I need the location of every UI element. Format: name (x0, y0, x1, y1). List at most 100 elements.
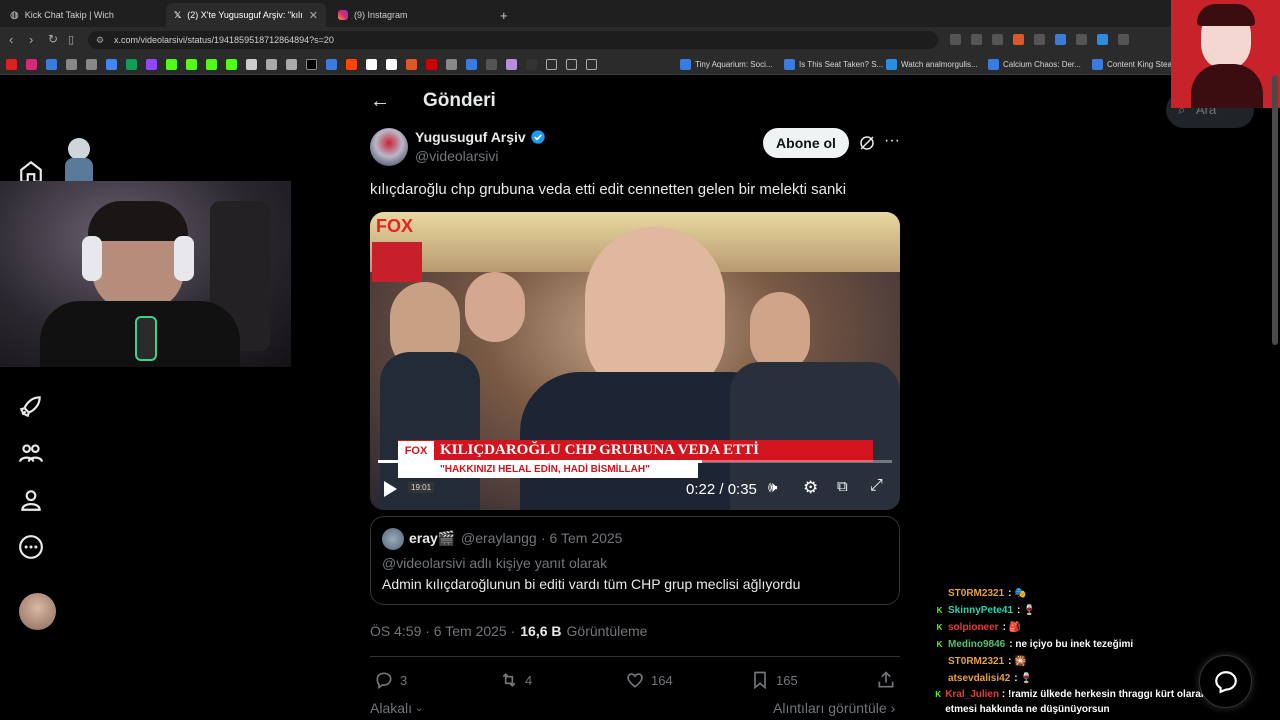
bookmark-icon[interactable] (466, 58, 477, 70)
share-button[interactable] (876, 670, 896, 690)
chat-message: K SkinnyPete41 : 🍷 (935, 602, 1265, 619)
subscribe-button[interactable]: Abone ol (763, 128, 849, 158)
twitch-icon[interactable] (146, 58, 157, 70)
author-avatar[interactable] (370, 128, 408, 166)
bookmark-icon[interactable] (506, 58, 517, 70)
bookmark-icon[interactable] (86, 58, 97, 70)
steam-icon (784, 58, 795, 70)
reddit-icon[interactable] (346, 58, 357, 70)
bookmark-item[interactable]: Is This Seat Taken? S... (784, 57, 883, 71)
post-timestamp[interactable]: ÖS 4:59 · 6 Tem 2025 · (370, 623, 515, 639)
volume-icon[interactable]: 🕪 (768, 479, 777, 496)
forward-icon[interactable]: › (29, 32, 33, 47)
tab-title: (2) X'te Yugusuguf Arşiv: "kılıçda (187, 10, 303, 20)
account-avatar[interactable] (19, 593, 56, 630)
extension-icon[interactable] (1034, 34, 1045, 45)
extension-icon[interactable] (1076, 34, 1087, 45)
kick-icon[interactable] (186, 58, 197, 70)
video-time: 0:22 / 0:35 (686, 481, 757, 498)
back-arrow-icon[interactable]: ← (370, 90, 390, 113)
youtube-icon[interactable] (6, 58, 17, 70)
kick-icon[interactable] (206, 58, 217, 70)
communities-icon[interactable] (18, 440, 44, 466)
webcam-overlay (0, 181, 291, 367)
bookmark-item[interactable]: Content King Stean (1092, 57, 1176, 71)
folder-icon[interactable] (586, 58, 597, 70)
folder-icon[interactable] (566, 58, 577, 70)
extension-icon[interactable] (1055, 34, 1066, 45)
new-tab-button[interactable]: + (492, 3, 516, 27)
related-dropdown[interactable]: Alakalı ⌄ (370, 700, 423, 716)
fox-logo: FOX (376, 216, 414, 236)
extension-icon[interactable] (1097, 34, 1108, 45)
repost-button[interactable]: 4 (499, 670, 532, 690)
brave-shield-icon[interactable] (1013, 34, 1024, 45)
video-progress-track[interactable] (378, 460, 892, 463)
browser-toolbar: ‹ › ↻ ▯ ⚙ x.com/videolarsivi/status/1941… (0, 27, 1280, 53)
fullscreen-icon[interactable]: ⤢ (870, 477, 883, 495)
back-icon[interactable]: ‹ (9, 32, 13, 47)
like-button[interactable]: 164 (625, 670, 673, 690)
bookmark-page-icon[interactable]: ▯ (68, 33, 74, 46)
view-quotes-link[interactable]: Alıntıları görüntüle › (773, 700, 895, 716)
bookmark-icon[interactable] (246, 58, 257, 70)
settings-icon[interactable]: ⚙ (803, 478, 818, 498)
rocket-icon[interactable] (18, 393, 44, 419)
bookmark-icon[interactable] (486, 58, 497, 70)
more-options-icon[interactable]: ··· (884, 132, 900, 150)
reply-button[interactable]: 3 (374, 670, 407, 690)
extension-icon[interactable] (1118, 34, 1129, 45)
browser-tab-active[interactable]: 𝕏 (2) X'te Yugusuguf Arşiv: "kılıçda ✕ (166, 3, 326, 27)
bookmark-item[interactable]: Watch analmorgulis... (886, 57, 978, 71)
bookmark-icon[interactable] (266, 58, 277, 70)
author-handle[interactable]: @videolarsivi (415, 148, 498, 164)
extension-icons (950, 34, 1129, 45)
reply-count: 3 (400, 672, 408, 688)
url-bar[interactable]: ⚙ x.com/videolarsivi/status/194185951871… (88, 31, 938, 49)
quoted-post[interactable]: eray🎬 @eraylangg · 6 Tem 2025 @videolars… (370, 516, 900, 605)
grok-icon[interactable] (858, 134, 876, 152)
share-icon[interactable] (992, 34, 1003, 45)
bookmark-icon[interactable] (526, 58, 537, 70)
browser-tab[interactable]: ◍ Kick Chat Takip | Wich (2, 3, 162, 27)
author-name-row[interactable]: Yugusuguf Arşiv (415, 129, 546, 145)
extension-icon[interactable] (950, 34, 961, 45)
more-icon[interactable] (18, 534, 44, 560)
bookmark-button[interactable]: 165 (750, 670, 798, 690)
messages-button[interactable] (1199, 655, 1252, 708)
bookmark-icon[interactable] (406, 58, 417, 70)
bookmark-label: Tiny Aquarium: Soci... (695, 59, 773, 69)
kick-icon[interactable] (226, 58, 237, 70)
bookmark-icon[interactable] (366, 58, 377, 70)
quote-text: Admin kılıçdaroğlunun bi editi vardı tüm… (382, 576, 801, 592)
bookmark-item[interactable]: Calcium Chaos: Der... (988, 57, 1081, 71)
bookmark-item[interactable]: Tiny Aquarium: Soci... (680, 57, 773, 71)
chat-username: ST0RM2321 (948, 656, 1005, 667)
gmail-icon[interactable] (106, 58, 117, 70)
extension-icon[interactable] (971, 34, 982, 45)
browser-tab[interactable]: (9) Instagram (330, 3, 490, 27)
bookmark-icon[interactable] (386, 58, 397, 70)
chat-badge: K (936, 623, 943, 632)
bookmark-icon[interactable] (446, 58, 457, 70)
bookmark-icon[interactable] (46, 58, 57, 70)
x-logo-icon[interactable] (306, 58, 317, 70)
profile-icon[interactable] (18, 487, 44, 513)
reload-icon[interactable]: ↻ (48, 32, 58, 46)
bookmark-icon[interactable] (326, 58, 337, 70)
kick-icon[interactable] (166, 58, 177, 70)
scrollbar-thumb[interactable] (1272, 75, 1278, 345)
bookmark-icon[interactable] (426, 58, 437, 70)
picture-in-picture-icon[interactable]: ⧉ (837, 478, 848, 495)
chat-username: Medino9846 (948, 639, 1006, 650)
play-icon[interactable] (382, 480, 398, 498)
folder-icon[interactable] (546, 58, 557, 70)
bookmark-icon[interactable] (286, 58, 297, 70)
bookmark-icon[interactable] (66, 58, 77, 70)
site-settings-icon[interactable]: ⚙ (96, 31, 104, 49)
post-meta: ÖS 4:59 · 6 Tem 2025 · 16,6 B Görüntülem… (370, 623, 647, 639)
drive-icon[interactable] (126, 58, 137, 70)
instagram-icon[interactable] (26, 58, 37, 70)
video-player[interactable]: FOX KILIÇDAROĞLU CHP GRUBUNA VEDA ETTİ "… (370, 212, 900, 510)
close-tab-icon[interactable]: ✕ (309, 9, 318, 22)
